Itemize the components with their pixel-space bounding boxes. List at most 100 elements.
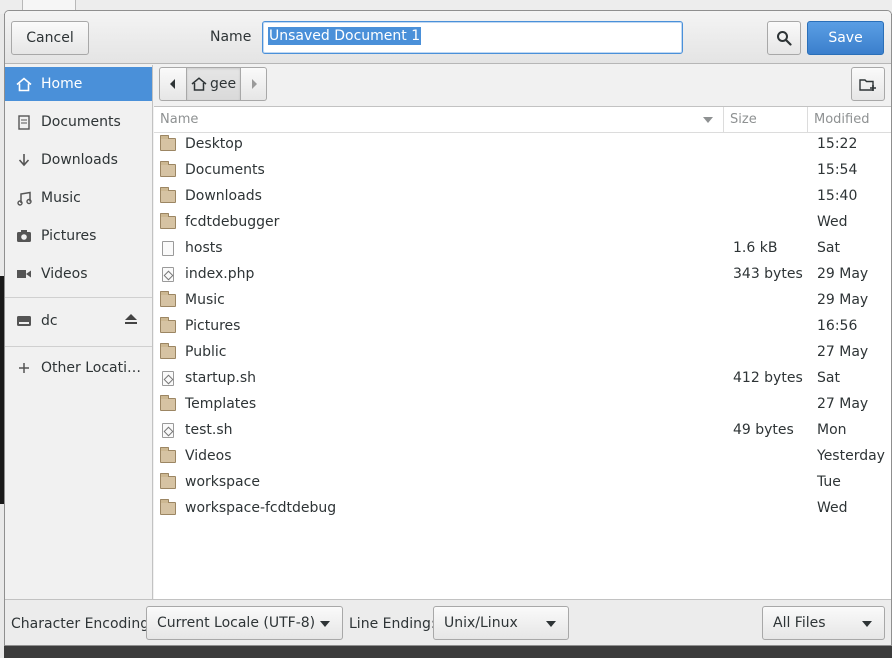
column-header-size[interactable]: Size	[724, 107, 808, 133]
file-row[interactable]: startup.sh 412 bytes Sat	[154, 365, 891, 391]
file-name-cell: Downloads	[160, 183, 720, 209]
dropdown-arrow-icon	[862, 621, 872, 627]
encoding-dropdown[interactable]: Current Locale (UTF-8)	[146, 606, 343, 640]
plus-icon	[15, 360, 33, 376]
save-file-dialog: Cancel Name Unsaved Document 1 Save Home…	[4, 10, 892, 646]
file-name: fcdtdebugger	[185, 214, 280, 230]
sidebar-item-dc[interactable]: dc	[5, 304, 152, 338]
file-name: Documents	[185, 162, 265, 178]
file-row[interactable]: Documents 15:54	[154, 157, 891, 183]
column-header-modified[interactable]: Modified	[808, 107, 891, 133]
file-row[interactable]: Downloads 15:40	[154, 183, 891, 209]
sidebar-item-documents[interactable]: Documents	[5, 105, 152, 139]
file-modified: Wed	[817, 214, 848, 230]
save-button[interactable]: Save	[807, 21, 884, 55]
file-name-cell: Documents	[160, 157, 720, 183]
camera-icon	[15, 228, 33, 244]
file-size	[733, 183, 813, 209]
cancel-button[interactable]: Cancel	[11, 21, 89, 55]
file-size	[733, 287, 813, 313]
file-name-cell: startup.sh	[160, 365, 720, 391]
file-size	[733, 209, 813, 235]
file-row[interactable]: index.php 343 bytes 29 May	[154, 261, 891, 287]
path-segment-home[interactable]: gee	[187, 67, 241, 101]
file-name: Videos	[185, 448, 232, 464]
search-button[interactable]	[767, 21, 801, 55]
folder-icon	[160, 186, 176, 203]
folder-icon	[160, 134, 176, 151]
script-file-icon	[162, 266, 174, 282]
file-name: index.php	[185, 266, 255, 282]
path-back-button[interactable]	[159, 67, 187, 101]
file-row[interactable]: fcdtdebugger Wed	[154, 209, 891, 235]
file-name-cell: workspace	[160, 469, 720, 495]
file-size: 1.6 kB	[733, 240, 778, 256]
name-label: Name	[210, 29, 252, 45]
eject-icon[interactable]	[124, 313, 138, 329]
file-size	[733, 157, 813, 183]
dialog-header: Cancel Name Unsaved Document 1 Save	[5, 11, 891, 64]
file-modified: 15:54	[817, 162, 858, 178]
chevron-right-icon	[251, 79, 257, 89]
file-size: 49 bytes	[733, 422, 794, 438]
file-row[interactable]: hosts 1.6 kB Sat	[154, 235, 891, 261]
file-row[interactable]: Templates 27 May	[154, 391, 891, 417]
folder-icon	[160, 160, 176, 177]
sidebar-item-music[interactable]: Music	[5, 181, 152, 215]
file-size	[733, 443, 813, 469]
file-name: Pictures	[185, 318, 241, 334]
column-header-name[interactable]: Name	[154, 107, 724, 133]
sidebar-separator	[5, 346, 152, 347]
file-modified: 29 May	[817, 266, 869, 282]
file-row[interactable]: test.sh 49 bytes Mon	[154, 417, 891, 443]
path-forward-button[interactable]	[241, 67, 267, 101]
encoding-value: Current Locale (UTF-8)	[157, 615, 316, 631]
sidebar-item-downloads[interactable]: Downloads	[5, 143, 152, 177]
file-name-cell: index.php	[160, 261, 720, 287]
file-modified: Tue	[817, 474, 841, 490]
file-modified: Sat	[817, 240, 840, 256]
sidebar-item-label: dc	[41, 313, 58, 329]
file-name-input[interactable]: Unsaved Document 1	[262, 21, 683, 54]
file-row[interactable]: Public 27 May	[154, 339, 891, 365]
file-row[interactable]: Music 29 May	[154, 287, 891, 313]
file-name: Downloads	[185, 188, 262, 204]
file-row[interactable]: Pictures 16:56	[154, 313, 891, 339]
encoding-label: Character Encoding:	[11, 616, 154, 632]
file-modified: 29 May	[817, 292, 869, 308]
file-name: Desktop	[185, 136, 243, 152]
file-modified: Mon	[817, 422, 847, 438]
line-ending-dropdown[interactable]: Unix/Linux	[433, 606, 569, 640]
sidebar-item-home[interactable]: Home	[5, 67, 152, 101]
dropdown-arrow-icon	[546, 621, 556, 627]
file-size	[733, 131, 813, 157]
file-size: 343 bytes	[733, 266, 803, 282]
file-row[interactable]: workspace Tue	[154, 469, 891, 495]
search-icon	[777, 31, 792, 46]
file-row[interactable]: Desktop 15:22	[154, 131, 891, 157]
folder-icon	[160, 498, 176, 515]
path-segment-label: gee	[209, 76, 237, 92]
file-name-cell: Templates	[160, 391, 720, 417]
file-row[interactable]: workspace-fcdtdebug Wed	[154, 495, 891, 521]
file-filter-dropdown[interactable]: All Files	[762, 606, 885, 640]
file-name-cell: Videos	[160, 443, 720, 469]
sidebar-item-pictures[interactable]: Pictures	[5, 219, 152, 253]
file-name-selected-text: Unsaved Document 1	[268, 27, 422, 45]
folder-icon	[160, 472, 176, 489]
file-modified: Sat	[817, 370, 840, 386]
column-header-label: Name	[160, 112, 199, 127]
dropdown-arrow-icon	[320, 621, 330, 627]
new-folder-button[interactable]	[851, 67, 885, 101]
file-modified: 15:22	[817, 136, 858, 152]
drive-icon	[15, 313, 33, 329]
sidebar-separator	[5, 297, 152, 298]
file-name: startup.sh	[185, 370, 256, 386]
sidebar-item-other-locations[interactable]: Other Locati…	[5, 351, 152, 385]
file-row[interactable]: Videos Yesterday	[154, 443, 891, 469]
sidebar-item-label: Downloads	[41, 152, 118, 168]
column-header-label: Modified	[814, 112, 870, 127]
sidebar-item-videos[interactable]: Videos	[5, 257, 152, 291]
file-modified: 27 May	[817, 396, 869, 412]
file-size	[733, 469, 813, 495]
